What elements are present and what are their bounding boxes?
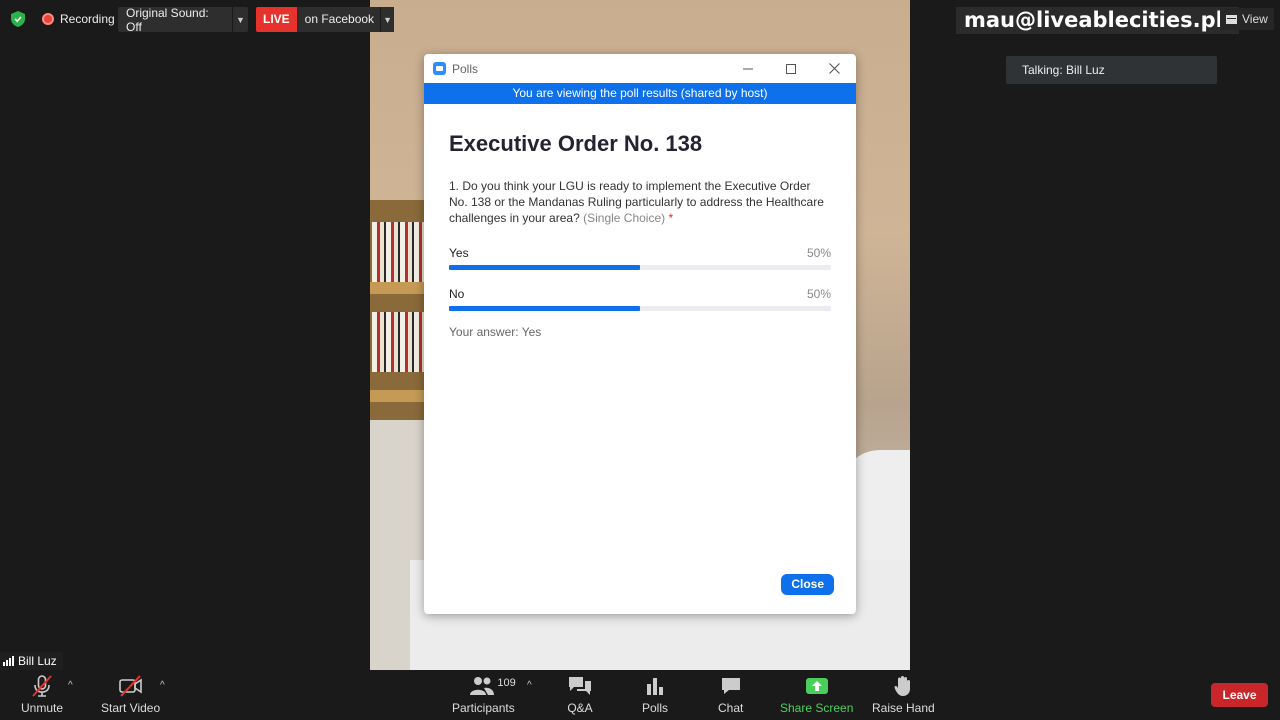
polls-label: Polls bbox=[642, 701, 669, 715]
result-bar bbox=[449, 265, 831, 270]
chat-button[interactable]: Chat bbox=[718, 674, 743, 718]
original-sound-toggle[interactable]: Original Sound: Off ▼ bbox=[118, 5, 248, 34]
view-button[interactable]: View bbox=[1220, 8, 1274, 30]
live-stream-indicator[interactable]: LIVE on Facebook ▼ bbox=[256, 7, 395, 32]
start-video-label: Start Video bbox=[101, 701, 161, 715]
chevron-down-icon[interactable]: ▼ bbox=[380, 7, 395, 32]
participant-display-name: mau@liveablecities.ph bbox=[956, 7, 1239, 34]
participant-count: 109 bbox=[497, 677, 516, 689]
qa-button[interactable]: Q&A bbox=[567, 674, 593, 718]
zoom-app-icon bbox=[433, 62, 446, 75]
recording-dot-icon bbox=[42, 13, 54, 25]
option-percent: 50% bbox=[806, 287, 831, 301]
audio-options-caret-icon[interactable]: ^ bbox=[68, 680, 73, 691]
participants-label: Participants bbox=[452, 701, 515, 715]
participant-name-tag: Bill Luz bbox=[0, 652, 63, 670]
books-row bbox=[372, 222, 426, 282]
poll-option: No 50% bbox=[449, 287, 831, 311]
question-type: (Single Choice) bbox=[583, 211, 666, 225]
result-bar-fill bbox=[449, 306, 640, 311]
unmute-button[interactable]: Unmute bbox=[21, 674, 63, 718]
live-badge: LIVE bbox=[256, 7, 297, 32]
view-grid-icon bbox=[1226, 14, 1237, 24]
muted-microphone-icon bbox=[30, 674, 54, 698]
view-label: View bbox=[1242, 12, 1268, 26]
shared-results-banner: You are viewing the poll results (shared… bbox=[424, 83, 856, 104]
raise-hand-button[interactable]: Raise Hand bbox=[872, 674, 935, 718]
participant-name: Bill Luz bbox=[18, 654, 57, 668]
close-button[interactable]: Close bbox=[781, 574, 834, 595]
polls-window-title: Polls bbox=[452, 61, 479, 76]
polls-chart-icon bbox=[645, 674, 665, 698]
share-screen-icon bbox=[805, 674, 829, 698]
poll-option: Yes 50% bbox=[449, 246, 831, 270]
live-destination: on Facebook bbox=[296, 7, 381, 32]
poll-question: 1. Do you think your LGU is ready to imp… bbox=[449, 178, 831, 226]
polls-titlebar[interactable]: Polls bbox=[424, 54, 856, 83]
option-label: Yes bbox=[449, 246, 469, 260]
qa-icon bbox=[567, 674, 593, 698]
maximize-icon[interactable] bbox=[769, 54, 813, 83]
video-options-caret-icon[interactable]: ^ bbox=[160, 680, 165, 691]
shelf-board bbox=[370, 282, 430, 294]
share-screen-button[interactable]: Share Screen bbox=[780, 674, 853, 718]
original-sound-label: Original Sound: Off bbox=[126, 5, 209, 34]
qa-label: Q&A bbox=[567, 701, 593, 715]
chat-bubble-icon bbox=[720, 674, 742, 698]
polls-button[interactable]: Polls bbox=[642, 674, 668, 718]
result-bar-fill bbox=[449, 265, 640, 270]
shelf-board bbox=[370, 390, 430, 402]
required-mark: * bbox=[668, 211, 674, 225]
chevron-down-icon[interactable]: ▼ bbox=[232, 7, 248, 32]
participants-button[interactable]: 109 Participants bbox=[452, 674, 516, 718]
participants-caret-icon[interactable]: ^ bbox=[527, 680, 532, 691]
leave-button[interactable]: Leave bbox=[1211, 683, 1268, 707]
start-video-button[interactable]: Start Video bbox=[101, 674, 160, 718]
participants-icon: 109 bbox=[453, 674, 516, 698]
raise-hand-label: Raise Hand bbox=[872, 701, 935, 715]
poll-content: Executive Order No. 138 1. Do you think … bbox=[424, 131, 856, 339]
security-shield-icon[interactable] bbox=[8, 9, 28, 29]
talking-indicator: Talking: Bill Luz bbox=[1006, 56, 1217, 84]
video-off-icon bbox=[118, 674, 144, 698]
minimize-icon[interactable] bbox=[726, 54, 770, 83]
meeting-top-bar: Recording Original Sound: Off ▼ LIVE on … bbox=[0, 0, 1280, 38]
raise-hand-icon bbox=[894, 674, 912, 698]
chat-label: Chat bbox=[718, 701, 744, 715]
close-icon[interactable] bbox=[812, 54, 856, 83]
polls-window: Polls You are viewing the poll results (… bbox=[424, 54, 856, 614]
signal-strength-icon bbox=[3, 656, 14, 666]
bookshelf bbox=[370, 200, 430, 420]
poll-title: Executive Order No. 138 bbox=[449, 131, 703, 156]
option-percent: 50% bbox=[806, 246, 831, 260]
result-bar bbox=[449, 306, 831, 311]
recording-label: Recording bbox=[60, 12, 115, 26]
books-row bbox=[372, 312, 426, 372]
your-answer: Your answer: Yes bbox=[449, 325, 542, 339]
recording-indicator[interactable]: Recording bbox=[36, 7, 123, 31]
meeting-toolbar: Unmute ^ Start Video ^ 109 Participants … bbox=[0, 670, 1280, 720]
unmute-label: Unmute bbox=[21, 701, 64, 715]
share-screen-label: Share Screen bbox=[780, 701, 854, 715]
option-label: No bbox=[449, 287, 465, 301]
